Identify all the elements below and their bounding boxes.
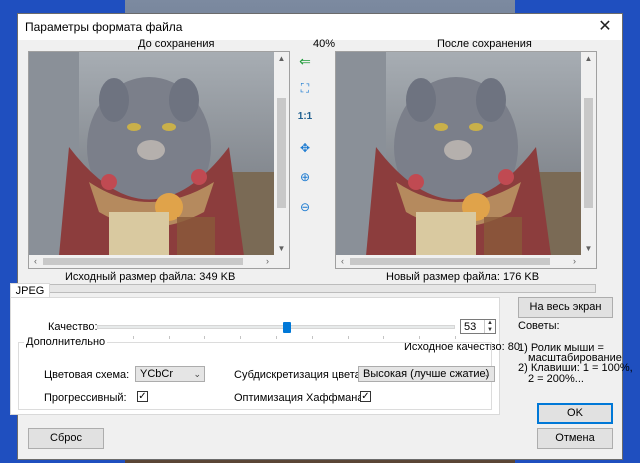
after-image-pane[interactable]: ▲ ▼ ‹ › (335, 51, 597, 269)
color-scheme-select[interactable]: YCbCr ⌄ (135, 366, 205, 382)
color-scheme-value: YCbCr (140, 368, 174, 380)
before-vertical-scrollbar[interactable]: ▲ ▼ (274, 52, 289, 256)
tips-line-4: 2 = 200%... (528, 373, 584, 385)
slider-tick (240, 336, 242, 339)
before-cat-image (29, 52, 274, 256)
tips-title: Советы: (518, 320, 560, 332)
chevron-down-icon: ⌄ (193, 369, 201, 379)
title-bar: Параметры формата файла ✕ (18, 14, 622, 40)
quality-spinbox[interactable]: 53 ▲ ▼ (460, 319, 496, 334)
subsampling-select[interactable]: Высокая (лучше сжатие) ⌄ (358, 366, 495, 382)
after-vertical-scrollbar[interactable]: ▲ ▼ (581, 52, 596, 256)
after-horizontal-scrollbar[interactable]: ‹ › (336, 255, 581, 268)
close-icon[interactable]: ✕ (588, 14, 622, 40)
actual-size-icon[interactable]: 1:1 (296, 108, 314, 126)
slider-tick (383, 336, 385, 339)
slider-tick (419, 336, 421, 339)
slider-tick (132, 336, 134, 339)
zoom-label: 40% (313, 38, 336, 50)
slider-tick (204, 336, 206, 339)
scroll-left-icon[interactable]: ‹ (29, 255, 42, 268)
fit-window-icon[interactable]: ⛶ (296, 79, 314, 97)
zoom-out-icon[interactable]: ⊖ (296, 198, 314, 216)
ok-button[interactable]: OK (537, 403, 613, 424)
huffman-checkbox[interactable]: ✓ (360, 391, 371, 402)
scroll-left-icon[interactable]: ‹ (336, 255, 349, 268)
scroll-up-icon[interactable]: ▲ (581, 52, 596, 66)
progressive-label: Прогрессивный: (44, 392, 127, 404)
slider-tick (276, 336, 277, 339)
after-caption: После сохранения (437, 38, 532, 50)
color-scheme-label: Цветовая схема: (44, 369, 130, 381)
scroll-right-icon[interactable]: › (261, 255, 274, 268)
quality-label: Качество: (48, 321, 98, 333)
slider-tick (311, 336, 313, 339)
before-caption: До сохранения (138, 38, 215, 50)
before-horizontal-scrollbar[interactable]: ‹ › (29, 255, 274, 268)
progress-bar (12, 284, 596, 293)
center-icon[interactable]: ✥ (296, 139, 314, 157)
back-arrow-icon[interactable]: ⇐ (296, 52, 314, 70)
reset-button[interactable]: Сброс (28, 428, 104, 449)
after-cat-image (336, 52, 581, 256)
slider-tick (347, 336, 349, 339)
subsampling-value: Высокая (лучше сжатие) (363, 368, 490, 380)
before-image-pane[interactable]: ▲ ▼ ‹ › (28, 51, 290, 269)
scroll-right-icon[interactable]: › (568, 255, 581, 268)
slider-tick (168, 336, 170, 339)
new-size-text: Новый размер файла: 176 KB (386, 271, 540, 283)
fullscreen-button[interactable]: На весь экран (518, 297, 613, 318)
spin-up-icon[interactable]: ▲ (485, 320, 495, 326)
quality-value[interactable]: 53 (464, 321, 476, 333)
tab-jpeg[interactable]: JPEG (10, 283, 50, 298)
cancel-button[interactable]: Отмена (537, 428, 613, 449)
huffman-label: Оптимизация Хаффмана: (234, 392, 367, 404)
window-title: Параметры формата файла (25, 20, 183, 34)
scroll-up-icon[interactable]: ▲ (274, 52, 289, 66)
subsampling-label: Субдискретизация цвета: (234, 369, 364, 381)
chevron-down-icon: ⌄ (483, 369, 491, 379)
quality-slider-track[interactable] (97, 325, 455, 329)
advanced-legend: Дополнительно (24, 336, 108, 348)
quality-slider-thumb[interactable] (282, 322, 291, 333)
slider-tick (455, 336, 456, 339)
original-size-text: Исходный размер файла: 349 KB (65, 271, 236, 283)
zoom-in-icon[interactable]: ⊕ (296, 168, 314, 186)
spin-down-icon[interactable]: ▼ (485, 327, 495, 333)
progressive-checkbox[interactable]: ✓ (137, 391, 148, 402)
